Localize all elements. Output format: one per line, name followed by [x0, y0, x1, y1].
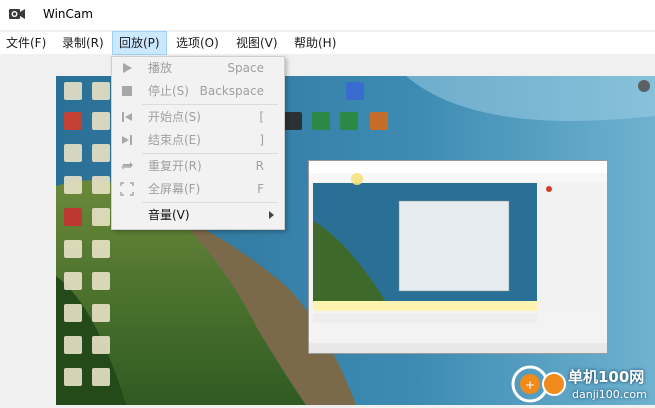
playback-menu: 播放 Space 停止(S) Backspace 开始点(S) [ 结束点(E)… [111, 56, 285, 230]
watermark-url: danji100.com [572, 388, 647, 401]
play-icon [123, 63, 132, 73]
menu-options[interactable]: 选项(O) [170, 32, 225, 54]
submenu-arrow-icon [269, 211, 274, 219]
menu-separator [142, 153, 278, 154]
menu-item-end-point[interactable]: 结束点(E) ] [112, 129, 284, 151]
menu-item-fullscreen[interactable]: 全屏幕(F) F [112, 178, 284, 200]
menu-item-repeat[interactable]: 重复开(R) R [112, 155, 284, 177]
menu-item-play[interactable]: 播放 Space [112, 57, 284, 79]
svg-text:+: + [525, 378, 535, 392]
stop-icon [122, 86, 132, 96]
menu-playback[interactable]: 回放(P) [112, 31, 167, 55]
set-start-icon [122, 112, 132, 122]
captured-wincam-window [308, 160, 608, 354]
menu-separator [142, 202, 278, 203]
site-watermark: + 单机100网 danji100.com [510, 360, 655, 405]
set-end-icon [122, 135, 132, 145]
watermark-text: 单机100网 [568, 368, 645, 386]
menu-file[interactable]: 文件(F) [0, 32, 52, 54]
title-bar: WinCam [0, 0, 655, 30]
window-title: WinCam [43, 7, 93, 21]
repeat-icon [121, 162, 133, 170]
menu-view[interactable]: 视图(V) [230, 32, 284, 54]
menu-help[interactable]: 帮助(H) [288, 32, 342, 54]
menu-item-volume[interactable]: 音量(V) [112, 204, 284, 226]
menu-record[interactable]: 录制(R) [56, 32, 110, 54]
camera-icon [9, 9, 25, 19]
captured-window-content [309, 161, 607, 353]
menu-item-start-point[interactable]: 开始点(S) [ [112, 106, 284, 128]
menu-separator [142, 104, 278, 105]
menu-item-stop[interactable]: 停止(S) Backspace [112, 80, 284, 102]
menu-bar: 文件(F) 录制(R) 回放(P) 选项(O) 视图(V) 帮助(H) [0, 31, 655, 55]
fullscreen-icon [120, 182, 134, 196]
